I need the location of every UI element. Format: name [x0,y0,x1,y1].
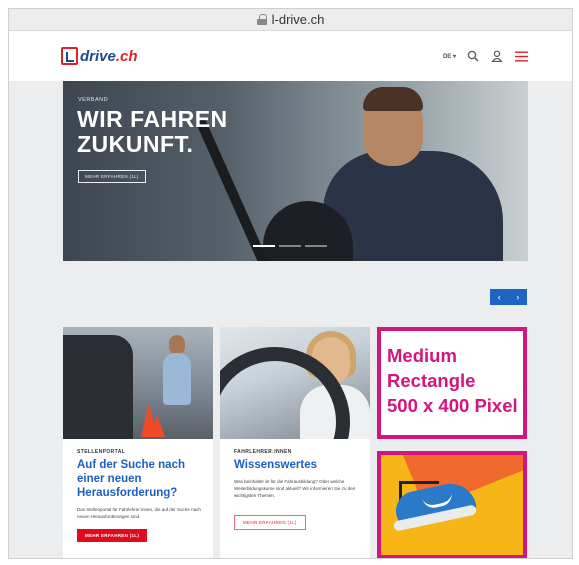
card-image [220,327,370,439]
address-bar[interactable]: l-drive.ch [9,9,572,31]
slide-dot[interactable] [253,245,275,247]
hero-headline: WIR FAHREN ZUKUNFT. [77,106,228,157]
slider-nav: ‹ › [490,289,527,305]
search-icon[interactable] [466,49,480,63]
ad-text: 500 x 400 Pixel [387,395,518,416]
card-kicker: STELLENPORTAL [77,449,126,455]
teaser-card[interactable]: STELLENPORTAL Auf der Suche nach einer n… [63,327,213,558]
card-description: Was beinhaltet ist für die Fahrausbildun… [234,479,356,498]
prev-arrow-icon[interactable]: ‹ [498,292,501,302]
logo-mark-icon [61,47,78,65]
card-description: Das Stellenportal für Fahrlehrer:innen, … [77,507,201,519]
hero-eyebrow: VERBAND [78,97,109,103]
logo-tld: .ch [115,47,138,65]
card-title[interactable]: Wissenswertes [234,458,360,472]
card-kicker: FAHRLEHRER:INNEN [234,449,292,455]
browser-window: l-drive.ch drive.ch DE ▾ VERBAND WIR FAH… [8,8,573,559]
ad-text: Rectangle [387,370,476,391]
url-text[interactable]: l-drive.ch [272,12,325,27]
teaser-card[interactable]: FAHRLEHRER:INNEN Wissenswertes Was beinh… [220,327,370,558]
site-logo[interactable]: drive.ch [61,47,138,65]
card-image [63,327,213,439]
lock-icon [256,14,267,25]
hero-cta-button[interactable]: MEHR ERFAHREN (1L) [78,170,146,183]
slide-dot[interactable] [279,245,301,247]
language-switcher[interactable]: DE ▾ [443,53,456,60]
card-title[interactable]: Auf der Suche nach einer neuen Herausfor… [77,458,203,500]
header-actions: DE ▾ [443,49,528,63]
language-label: DE [442,53,452,60]
slide-dot[interactable] [305,245,327,247]
menu-icon[interactable] [514,49,528,63]
site-header: drive.ch DE ▾ [9,31,572,81]
ad-medium-rectangle[interactable]: Medium Rectangle 500 x 400 Pixel [377,327,527,439]
ad-shoe-banner[interactable] [377,451,527,558]
user-icon[interactable] [490,49,504,63]
logo-text: drive [80,47,116,65]
more-button[interactable]: MEHR ERFAHREN (1L) [234,515,306,530]
ad-text: Medium [387,345,457,366]
hero-banner: VERBAND WIR FAHREN ZUKUNFT. MEHR ERFAHRE… [63,81,528,261]
more-button[interactable]: MEHR ERFAHREN (1L) [77,529,148,542]
next-arrow-icon[interactable]: › [516,292,519,302]
slide-indicator [253,245,327,247]
